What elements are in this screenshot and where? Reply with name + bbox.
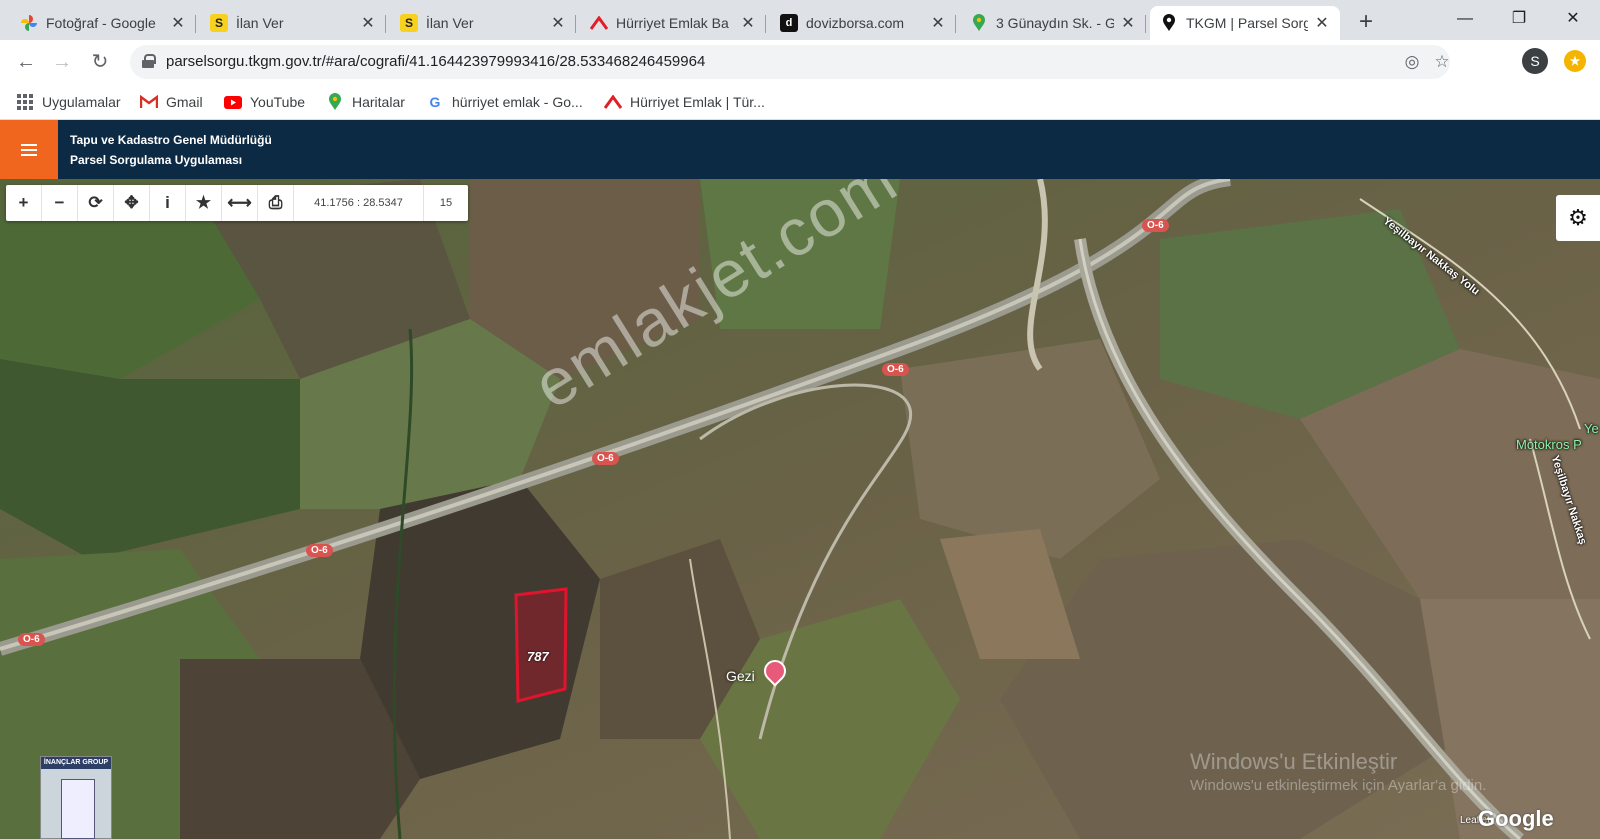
maps-icon: [326, 93, 344, 111]
url-text[interactable]: parselsorgu.tkgm.gov.tr/#ara/cografi/41.…: [166, 53, 705, 70]
tab-title: 3 Günaydın Sk. - G: [996, 15, 1114, 31]
tab-title: İlan Ver: [236, 15, 284, 31]
bookmark-label: Uygulamalar: [42, 94, 121, 110]
bookmark-label: Hürriyet Emlak | Tür...: [630, 94, 765, 110]
tab-title: Fotoğraf - Google: [46, 15, 156, 31]
place-label: Motokros P: [1516, 437, 1582, 452]
road-label-o6: O-6: [18, 633, 45, 646]
app-title: Tapu ve Kadastro Genel Müdürlüğü Parsel …: [70, 130, 272, 170]
map-toolbar: + − ⟳ ✥ i ★ ⟷ ⎙ 41.1756 : 28.5347 15: [6, 185, 468, 221]
tab-close-icon[interactable]: ✕: [930, 13, 946, 33]
hurriyet-icon: [590, 14, 608, 32]
road-label-o6: O-6: [592, 452, 619, 465]
road-label-o6: O-6: [882, 363, 909, 376]
maximize-button[interactable]: ❐: [1496, 4, 1542, 34]
parcel-number-label[interactable]: 787: [527, 649, 549, 664]
print-icon[interactable]: ⎙: [258, 185, 294, 221]
menu-hamburger-icon[interactable]: [0, 120, 58, 179]
tab-close-icon[interactable]: ✕: [550, 13, 566, 33]
tab-close-icon[interactable]: ✕: [360, 13, 376, 33]
tab-close-icon[interactable]: ✕: [740, 13, 756, 33]
browser-tab-ilan-ver-1[interactable]: S İlan Ver ✕: [200, 6, 386, 40]
satellite-map[interactable]: emlakjet.com O-6 O-6 O-6 O-6 O-6 Yeşilba…: [0, 179, 1600, 839]
zoom-out-icon[interactable]: −: [42, 185, 78, 221]
poi-label[interactable]: Gezi: [726, 668, 755, 684]
google-logo: Google: [1478, 806, 1554, 831]
bookmark-hurriyet-emlak[interactable]: Hürriyet Emlak | Tür...: [604, 91, 765, 113]
dovizborsa-icon: d: [780, 14, 798, 32]
tab-title: Hürriyet Emlak Ba: [616, 15, 729, 31]
building-icon: [61, 779, 95, 839]
browser-tab-hurriyet[interactable]: Hürriyet Emlak Ba ✕: [580, 6, 766, 40]
bookmark-apps[interactable]: Uygulamalar: [16, 91, 121, 113]
hurriyet-icon: [604, 93, 622, 111]
browser-tab-strip: Fotoğraf - Google ✕ S İlan Ver ✕ S İlan …: [0, 0, 1600, 40]
satellite-imagery: [0, 179, 1600, 839]
settings-gear-icon[interactable]: ⚙: [1556, 195, 1600, 241]
refresh-icon[interactable]: ⟳: [78, 185, 114, 221]
bookmark-gmail[interactable]: Gmail: [140, 91, 203, 113]
browser-toolbar: ← → ↻ parselsorgu.tkgm.gov.tr/#ara/cogra…: [0, 40, 1600, 84]
new-tab-button[interactable]: +: [1352, 8, 1380, 36]
tab-title: dovizborsa.com: [806, 15, 905, 31]
zoom-level: 15: [439, 197, 453, 209]
parcel-787-shape: [514, 587, 568, 703]
apps-grid-icon: [16, 93, 34, 111]
bookmark-youtube[interactable]: YouTube: [224, 91, 305, 113]
profile-avatar[interactable]: S: [1522, 48, 1548, 74]
tab-close-icon[interactable]: ✕: [1120, 13, 1136, 33]
minimize-button[interactable]: —: [1442, 4, 1488, 34]
address-bar[interactable]: parselsorgu.tkgm.gov.tr/#ara/cografi/41.…: [130, 45, 1450, 79]
info-icon[interactable]: i: [150, 185, 186, 221]
bookmark-star-icon[interactable]: ☆: [1430, 50, 1454, 74]
close-window-button[interactable]: ✕: [1550, 4, 1596, 34]
company-logo: İNANÇLAR GROUP: [40, 756, 112, 839]
zoom-in-icon[interactable]: +: [6, 185, 42, 221]
locate-icon[interactable]: ✥: [114, 185, 150, 221]
bookmark-label: Gmail: [166, 94, 203, 110]
app-header: Tapu ve Kadastro Genel Müdürlüğü Parsel …: [0, 120, 1600, 179]
lock-icon: [142, 54, 156, 68]
windows-activation-title: Windows'u Etkinleştir: [1190, 749, 1398, 774]
location-target-icon[interactable]: ◎: [1400, 50, 1424, 74]
browser-tab-tkgm[interactable]: TKGM | Parsel Sorg ✕: [1150, 6, 1340, 40]
app-title-line1: Tapu ve Kadastro Genel Müdürlüğü: [70, 133, 272, 147]
tab-title: İlan Ver: [426, 15, 474, 31]
coordinate-readout: 41.1756 : 28.5347: [294, 185, 424, 221]
browser-tab-photos[interactable]: Fotoğraf - Google ✕: [10, 6, 196, 40]
back-button[interactable]: ←: [12, 48, 40, 76]
road-label-o6: O-6: [1142, 219, 1169, 232]
photos-icon: [20, 14, 38, 32]
bookmark-hurriyet-google[interactable]: G hürriyet emlak - Go...: [426, 91, 583, 113]
browser-tab-maps[interactable]: 3 Günaydın Sk. - G ✕: [960, 6, 1146, 40]
forward-button[interactable]: →: [48, 48, 76, 76]
measure-icon[interactable]: ⟷: [222, 185, 258, 221]
tab-close-icon[interactable]: ✕: [1314, 13, 1330, 33]
tab-close-icon[interactable]: ✕: [170, 13, 186, 33]
road-label-o6: O-6: [306, 544, 333, 557]
bookmark-label: YouTube: [250, 94, 306, 110]
gmail-icon: [140, 93, 158, 111]
place-label: Ye: [1584, 421, 1599, 436]
location-pin-icon: [1160, 14, 1178, 32]
google-icon: G: [429, 94, 441, 110]
bookmark-label: hürriyet emlak - Go...: [452, 94, 583, 110]
maps-pin-icon: [970, 14, 988, 32]
reload-button[interactable]: ↻: [86, 48, 114, 76]
bookmark-haritalar[interactable]: Haritalar: [326, 91, 405, 113]
logo-caption: İNANÇLAR GROUP: [41, 757, 111, 769]
browser-tab-ilan-ver-2[interactable]: S İlan Ver ✕: [390, 6, 576, 40]
youtube-icon: [224, 93, 242, 111]
star-icon[interactable]: ★: [186, 185, 222, 221]
s-favicon-icon: S: [400, 14, 418, 32]
extension-icon[interactable]: ★: [1564, 50, 1586, 72]
browser-tab-dovizborsa[interactable]: d dovizborsa.com ✕: [770, 6, 956, 40]
app-title-line2: Parsel Sorgulama Uygulaması: [70, 153, 243, 167]
s-favicon-icon: S: [210, 14, 228, 32]
bookmark-label: Haritalar: [352, 94, 405, 110]
windows-activation-body: Windows'u etkinleştirmek için Ayarlar'a …: [1190, 777, 1487, 794]
tab-title: TKGM | Parsel Sorg: [1186, 15, 1308, 31]
bookmarks-bar: Uygulamalar Gmail YouTube Haritalar G hü…: [0, 84, 1600, 120]
